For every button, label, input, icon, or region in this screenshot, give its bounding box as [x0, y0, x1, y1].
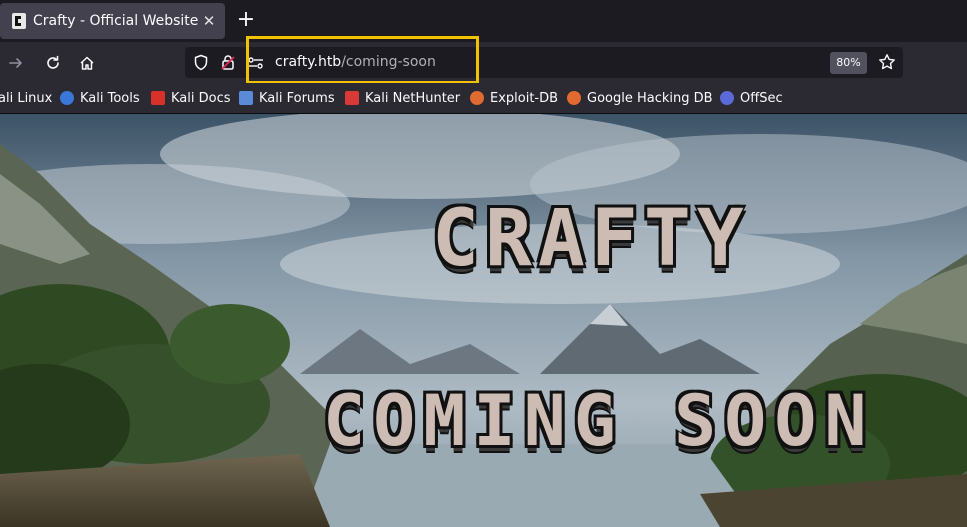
coming-soon-heading: COMING SOON: [323, 380, 875, 462]
kali-nethunter-icon: [345, 91, 359, 105]
home-button[interactable]: [74, 50, 100, 76]
bookmark-label: OffSec: [740, 90, 783, 106]
page-content: CRAFTY COMING SOON: [0, 114, 967, 527]
exploit-db-icon: [470, 91, 484, 105]
bookmark-label: ali Linux: [0, 90, 53, 106]
bookmark-kali-forums[interactable]: Kali Forums: [239, 89, 335, 107]
bookmark-star-icon[interactable]: [878, 53, 896, 71]
forward-button[interactable]: [3, 50, 29, 76]
tab-strip: Crafty - Official Website ✕ +: [0, 0, 967, 42]
bookmark-kali-nethunter[interactable]: Kali NetHunter: [345, 89, 460, 107]
bookmark-label: Kali Docs: [171, 90, 231, 106]
kali-docs-icon: [151, 91, 165, 105]
minecraft-landscape-background: [0, 114, 967, 527]
bookmarks-toolbar: ali Linux Kali Tools Kali Docs Kali Foru…: [0, 83, 967, 114]
new-tab-button[interactable]: +: [235, 8, 257, 32]
bookmark-kali-linux[interactable]: ali Linux: [0, 89, 52, 107]
kali-forums-icon: [239, 91, 253, 105]
bookmark-label: Kali NetHunter: [365, 90, 461, 106]
bookmark-kali-docs[interactable]: Kali Docs: [151, 89, 231, 107]
insecure-lock-icon[interactable]: [220, 54, 236, 71]
arrow-right-icon: [9, 58, 22, 68]
url-bar[interactable]: crafty.htb/coming-soon 80%: [185, 47, 903, 78]
kali-tools-icon: [60, 91, 74, 105]
tracking-protection-shield-icon[interactable]: [193, 54, 209, 71]
bookmark-exploit-db[interactable]: Exploit-DB: [470, 89, 558, 107]
site-permissions-icon[interactable]: [247, 55, 265, 71]
offsec-icon: [720, 91, 734, 105]
bookmark-label: Exploit-DB: [490, 90, 559, 106]
zoom-level-button[interactable]: 80%: [830, 52, 867, 74]
navigation-toolbar: crafty.htb/coming-soon 80%: [0, 42, 967, 83]
url-path: /coming-soon: [341, 54, 436, 70]
bookmark-label: Kali Forums: [259, 90, 335, 106]
bookmark-label: Kali Tools: [80, 90, 140, 106]
tab-title: Crafty - Official Website: [33, 13, 199, 29]
bookmark-label: Google Hacking DB: [587, 90, 713, 106]
reload-icon: [47, 55, 59, 69]
close-tab-icon[interactable]: ✕: [200, 12, 218, 30]
reload-button[interactable]: [40, 50, 66, 76]
tab-crafty[interactable]: Crafty - Official Website ✕: [0, 3, 225, 39]
site-favicon-icon: [12, 13, 26, 29]
url-host: crafty.htb: [275, 54, 342, 70]
bookmark-google-hacking-db[interactable]: Google Hacking DB: [567, 89, 713, 107]
home-icon: [80, 56, 94, 70]
bookmark-offsec[interactable]: OffSec: [720, 89, 783, 107]
url-text[interactable]: crafty.htb/coming-soon: [275, 54, 436, 70]
crafty-logo-title: CRAFTY: [432, 194, 750, 284]
ghdb-icon: [567, 91, 581, 105]
bookmark-kali-tools[interactable]: Kali Tools: [60, 89, 140, 107]
